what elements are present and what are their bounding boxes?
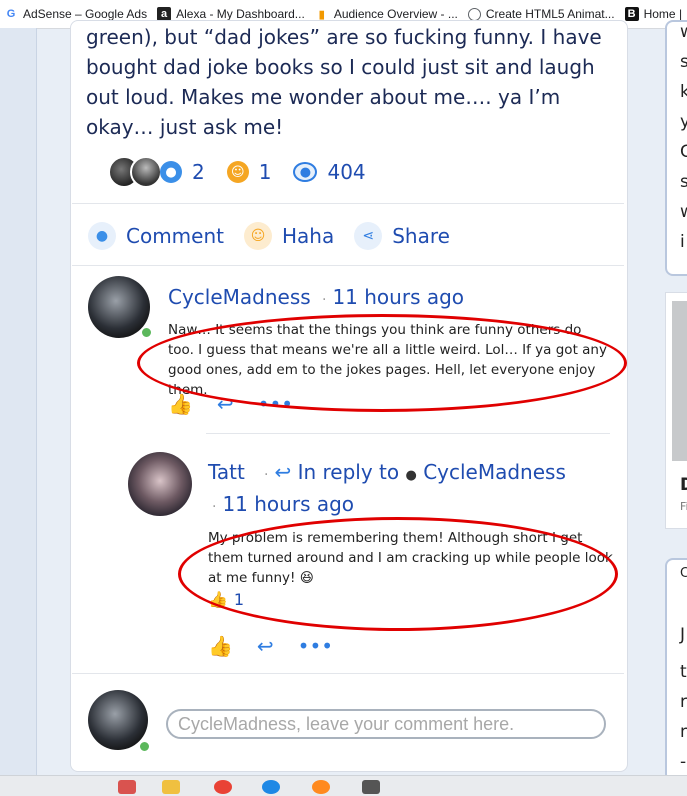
comment-author[interactable]: CycleMadness <box>168 285 311 309</box>
haha-emoji-icon: ☺ <box>244 222 272 250</box>
divider <box>72 203 624 204</box>
bookmark-html5-animate[interactable]: Create HTML5 Animat... <box>464 7 621 21</box>
right-text-fragment: C <box>680 142 687 162</box>
share-icon: ⋖ <box>354 222 383 250</box>
avatar-tatt[interactable] <box>128 452 192 516</box>
comment-bubble-icon: ● <box>88 222 116 250</box>
app-icon[interactable] <box>362 780 380 794</box>
bookmark-label: Create HTML5 Animat... <box>485 7 615 21</box>
post-actions: ● Comment ☺ Haha ⋖ Share <box>88 222 470 250</box>
bookmark-home[interactable]: B Home | <box>621 7 687 21</box>
comment-timestamp[interactable]: · 11 hours ago <box>322 285 464 309</box>
haha-button[interactable]: ☺ Haha <box>244 222 334 250</box>
like-thumb-icon[interactable]: 👍 <box>168 392 193 416</box>
view-count: 404 <box>327 160 366 184</box>
reply-to-link[interactable]: · ↩ In reply to ● CycleMadness <box>264 460 566 484</box>
right-text-fragment: i <box>680 232 685 252</box>
mini-avatar-icon: ● <box>405 468 417 483</box>
alexa-icon: a <box>157 7 172 21</box>
globe-icon <box>467 7 481 21</box>
annotation-circle <box>178 517 618 631</box>
reply-to-author: CycleMadness <box>423 460 566 484</box>
divider <box>72 265 624 266</box>
comment-actions: 👍 ↩ ••• <box>208 634 357 658</box>
online-status-dot <box>140 326 153 339</box>
right-text-fragment: r <box>680 692 687 712</box>
reply-arrow-icon[interactable]: ↩ <box>257 634 274 658</box>
post-body-text: green), but “dad jokes” are so fucking f… <box>86 25 602 139</box>
bookmark-label: Audience Overview - ... <box>333 7 458 21</box>
commenter-avatar[interactable] <box>130 156 162 188</box>
haha-label: Haha <box>282 224 335 248</box>
article-thumbnail <box>672 301 687 461</box>
share-button[interactable]: ⋖ Share <box>354 222 450 250</box>
comment-input[interactable]: CycleMadness, leave your comment here. <box>166 709 606 739</box>
annotation-circle <box>137 314 627 412</box>
right-text-fragment: w <box>680 22 687 42</box>
comment-time-text: 11 hours ago <box>332 285 465 309</box>
taskbar <box>0 775 687 796</box>
analytics-bars-icon: ▮ <box>318 8 325 21</box>
comment-time-text: 11 hours ago <box>222 492 355 516</box>
comment-label: Comment <box>126 224 224 248</box>
right-text-fragment: J <box>680 625 686 645</box>
more-dots-icon[interactable]: ••• <box>298 634 333 658</box>
right-text-fragment: - <box>680 752 687 772</box>
right-text-fragment: s <box>680 52 687 72</box>
app-icon[interactable] <box>118 780 136 794</box>
share-label: Share <box>392 224 450 248</box>
bookmark-label: Home | <box>643 7 683 21</box>
comment-author[interactable]: Tatt <box>208 460 245 484</box>
divider <box>206 433 610 434</box>
comment-timestamp[interactable]: · 11 hours ago <box>212 492 354 516</box>
comment-bubble-icon: ● <box>160 161 182 183</box>
comment-count[interactable]: 2 <box>192 160 205 184</box>
bookmark-label: AdSense – Google Ads <box>23 7 148 21</box>
bookmark-audience-overview[interactable]: ▮ Audience Overview - ... <box>311 7 464 21</box>
right-article-meta: Fi <box>680 500 687 513</box>
right-text-fragment: t <box>680 662 687 682</box>
bookmark-adsense[interactable]: G AdSense – Google Ads <box>0 7 153 21</box>
edge-icon[interactable] <box>262 780 280 794</box>
reply-prefix: In reply to <box>297 460 400 484</box>
comment-button[interactable]: ● Comment <box>88 222 224 250</box>
chrome-icon[interactable] <box>214 780 232 794</box>
right-text-fragment: w <box>680 202 687 222</box>
firefox-icon[interactable] <box>312 780 330 794</box>
eye-icon: ● <box>293 162 318 182</box>
right-text-fragment: n <box>680 722 687 742</box>
bookmark-alexa[interactable]: a Alexa - My Dashboard... <box>153 7 311 21</box>
like-thumb-icon[interactable]: 👍 <box>208 634 233 658</box>
google-g-icon: G <box>6 8 16 20</box>
b-logo-icon: B <box>624 7 639 21</box>
haha-emoji-icon: ☺ <box>226 161 249 183</box>
folder-icon[interactable] <box>162 780 180 794</box>
online-status-dot <box>138 740 151 753</box>
divider <box>72 673 624 674</box>
right-text-fragment: k <box>680 82 687 102</box>
right-text-fragment: s <box>680 172 687 192</box>
bookmark-label: Alexa - My Dashboard... <box>176 7 305 21</box>
post-stats-bar: ● 2 ☺ 1 ● 404 <box>108 156 388 188</box>
right-text-fragment: C <box>680 566 687 581</box>
right-text-fragment: y <box>680 112 687 132</box>
haha-count[interactable]: 1 <box>259 160 272 184</box>
reply-arrow-icon: ↩ <box>274 460 292 484</box>
left-sidebar <box>0 28 37 775</box>
right-article-title: D <box>680 475 687 495</box>
